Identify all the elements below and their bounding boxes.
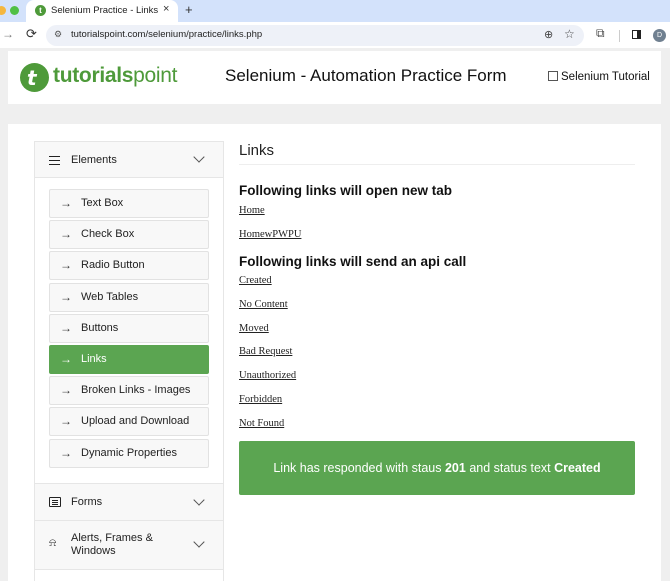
sidebar-item-dynamic-properties[interactable]: → Dynamic Properties (49, 438, 209, 468)
arrow-right-icon: → (60, 414, 72, 429)
external-link-icon (548, 71, 558, 81)
alerts-label-line1: Alerts, Frames & (71, 532, 153, 544)
link-home[interactable]: Home (239, 205, 265, 216)
sidebar-item-label: Radio Button (81, 259, 145, 272)
chevron-down-icon (193, 536, 205, 548)
alert-status-code: 201 (444, 461, 466, 475)
api-link-unauthorized[interactable]: Unauthorized (239, 370, 296, 381)
logo-mark-glyph: t (27, 66, 37, 90)
arrow-right-icon: → (60, 320, 72, 335)
sidebar-item-upload-and-download[interactable]: → Upload and Download (49, 407, 209, 437)
api-link-forbidden[interactable]: Forbidden (239, 394, 282, 405)
logo-light-text: point (133, 64, 178, 87)
response-alert: Link has responded with staus 201 and st… (239, 441, 635, 495)
sidebar-item-web-tables[interactable]: → Web Tables (49, 282, 209, 312)
sidebar-item-label: Buttons (81, 321, 119, 334)
chevron-down-icon (193, 494, 205, 506)
section-heading-api-call: Following links will send an api call (239, 254, 467, 269)
toolbar-divider (619, 30, 620, 42)
sidebar-item-links[interactable]: → Links (49, 345, 209, 374)
new-tab-button[interactable]: + (185, 2, 193, 17)
minimize-window-button[interactable] (0, 6, 6, 15)
tutorialspoint-favicon-icon: t (35, 5, 46, 16)
address-bar[interactable]: ⚙ tutorialspoint.com/selenium/practice/l… (46, 25, 584, 46)
alert-prefix: Link has responded with staus (273, 461, 445, 475)
bookmark-star-icon[interactable]: ☆ (564, 27, 575, 41)
link-home-dynamic[interactable]: HomewPWPU (239, 229, 301, 240)
arrow-right-icon: → (60, 445, 72, 460)
api-link-moved[interactable]: Moved (239, 323, 269, 334)
accordion-forms-header[interactable]: Forms (35, 483, 223, 521)
browser-tab-strip: t Selenium Practice - Links × + (0, 0, 670, 22)
forward-icon[interactable]: → (2, 27, 14, 41)
accordion-elements-header[interactable]: Elements (35, 142, 223, 178)
arrow-right-icon: → (60, 383, 72, 398)
sidebar-item-radio-button[interactable]: → Radio Button (49, 251, 209, 281)
sidebar-item-label: Dynamic Properties (81, 446, 177, 459)
sidebar-item-label: Text Box (81, 197, 124, 209)
sidebar-item-label: Check Box (81, 228, 135, 241)
sidebar-item-text-box[interactable]: → Text Box (49, 189, 209, 218)
section-heading-new-tab: Following links will open new tab (239, 183, 453, 198)
browser-tab[interactable]: t Selenium Practice - Links × (26, 0, 178, 22)
alert-middle: and status text (465, 461, 555, 475)
tutorialspoint-logo[interactable]: tutorialspoint (53, 64, 178, 88)
reload-icon[interactable]: ⟳ (26, 26, 37, 42)
arrow-right-icon: → (60, 289, 72, 304)
sidebar-item-label: Links (81, 353, 107, 365)
arrow-right-icon: → (60, 227, 72, 242)
logo-bold-text: tutorials (53, 64, 134, 87)
accordion-forms-label: Forms (71, 496, 103, 508)
api-link-created[interactable]: Created (239, 275, 272, 286)
tab-title: Selenium Practice - Links (51, 5, 159, 16)
alert-status-text: Created (554, 461, 601, 475)
zoom-icon[interactable]: ⊕ (544, 28, 553, 41)
page-title: Selenium - Automation Practice Form (225, 66, 507, 85)
tutorialspoint-logo-icon[interactable]: t (20, 63, 49, 92)
close-tab-icon[interactable]: × (163, 3, 169, 15)
url-text[interactable]: tutorialspoint.com/selenium/practice/lin… (71, 29, 262, 40)
sidebar-item-buttons[interactable]: → Buttons (49, 313, 209, 343)
main-card: Elements → Text Box → Check Box → Radio Butto… (8, 124, 661, 581)
selenium-tutorial-label: Selenium Tutorial (561, 71, 650, 83)
arrow-right-icon: → (60, 258, 72, 273)
api-link-no-content[interactable]: No Content (239, 299, 288, 310)
sidebar-item-label: Broken Links - Images (81, 384, 191, 397)
sidebar-item-label: Upload and Download (81, 415, 190, 428)
profile-avatar[interactable]: D (653, 29, 666, 42)
arrow-right-icon: → (60, 196, 72, 210)
side-panel-icon[interactable] (632, 30, 641, 39)
maximize-window-button[interactable] (10, 6, 19, 15)
bell-icon: ⍾ (49, 537, 57, 549)
api-link-not-found[interactable]: Not Found (239, 418, 284, 429)
selenium-tutorial-link[interactable]: Selenium Tutorial (548, 70, 650, 83)
title-divider (239, 164, 635, 165)
content-title: Links (239, 142, 275, 159)
sidebar-accordion: Elements → Text Box → Check Box → Radio Butto… (34, 141, 224, 581)
accordion-elements-label: Elements (71, 154, 117, 166)
site-header: t tutorialspoint Selenium - Automation P… (8, 51, 661, 104)
arrow-right-icon: → (60, 352, 72, 366)
browser-toolbar: → ⟳ ⚙ tutorialspoint.com/selenium/practi… (0, 22, 670, 48)
sidebar-item-broken-links-images[interactable]: → Broken Links - Images (49, 376, 209, 406)
form-icon (49, 497, 61, 507)
site-info-icon[interactable]: ⚙ (54, 29, 62, 40)
sidebar-item-label: Web Tables (81, 290, 139, 303)
chevron-down-icon (193, 151, 205, 163)
accordion-alerts-header[interactable]: ⍾ Alerts, Frames & Windows (35, 521, 223, 570)
api-link-bad-request[interactable]: Bad Request (239, 346, 292, 357)
sidebar-item-check-box[interactable]: → Check Box (49, 220, 209, 250)
extensions-icon[interactable]: ⧉ (596, 26, 605, 41)
menu-icon (49, 156, 60, 165)
accordion-alerts-label: Alerts, Frames & Windows (71, 532, 153, 558)
alerts-label-line2: Windows (71, 545, 116, 557)
